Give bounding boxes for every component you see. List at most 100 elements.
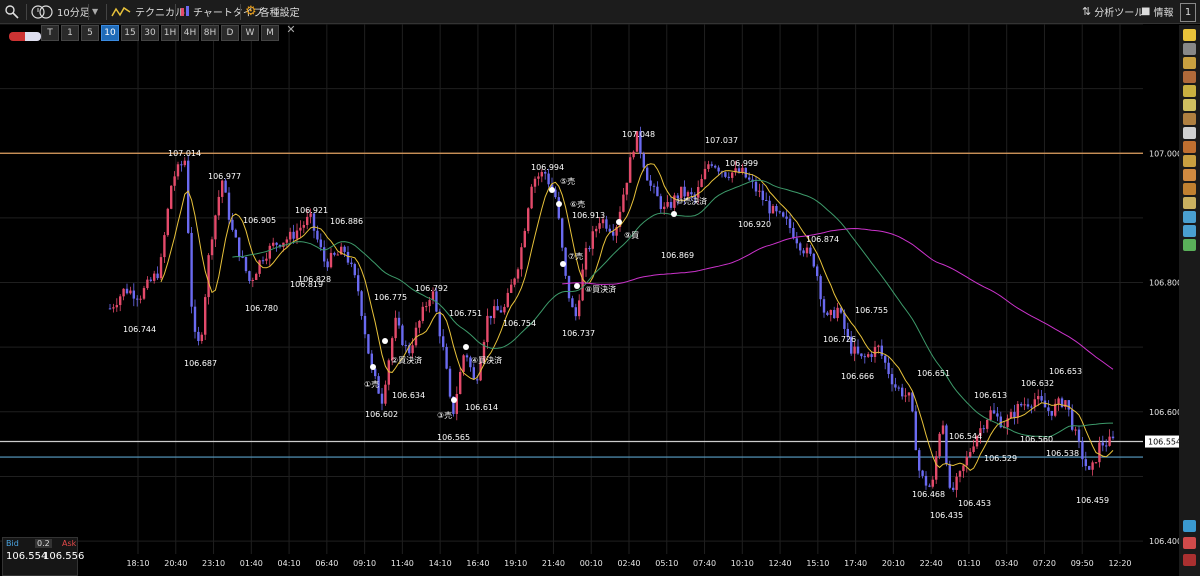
timeframe-selector: T 1 5 10 15 30 1H 4H 8H D W M xyxy=(41,25,279,41)
panel-tool-3-icon[interactable] xyxy=(1183,554,1196,566)
drawing-tool-5-icon[interactable] xyxy=(1183,85,1196,97)
info-button[interactable]: ■ 情報 xyxy=(1141,3,1173,20)
candle-body xyxy=(632,151,635,158)
candle-body xyxy=(622,194,625,212)
chevron-down-icon: ▼ xyxy=(92,7,99,16)
panel-tool-2-icon[interactable] xyxy=(1183,537,1196,549)
timeframe-15[interactable]: 15 xyxy=(121,25,139,41)
drawing-tool-9-icon[interactable] xyxy=(1183,141,1196,153)
candle-body xyxy=(231,219,234,230)
candle-body xyxy=(149,279,152,281)
timeframe-30[interactable]: 30 xyxy=(141,25,159,41)
candle-body xyxy=(1009,412,1013,419)
candle-body xyxy=(612,231,615,236)
bid-ask-panel[interactable]: Bid 0.2 Ask 106.554 106.556 xyxy=(2,537,84,576)
drawing-tool-8-icon[interactable] xyxy=(1183,127,1196,139)
drawing-tool-1-icon[interactable] xyxy=(1183,29,1196,41)
timeframe-4h[interactable]: 4H xyxy=(181,25,199,41)
candle-body xyxy=(782,212,785,217)
timeframe-5[interactable]: 5 xyxy=(81,25,99,41)
analysis-tools-button[interactable]: ⇅ 分析ツール xyxy=(1082,3,1144,20)
panel-tool-1-icon[interactable] xyxy=(1183,520,1196,532)
candle-body xyxy=(816,266,819,277)
spread-value: 0.2 xyxy=(35,539,52,548)
drawing-tool-12-icon[interactable] xyxy=(1183,183,1196,195)
candle xyxy=(567,275,571,302)
drawing-tool-14-icon[interactable] xyxy=(1183,211,1196,223)
drawing-tool-15-icon[interactable] xyxy=(1183,225,1196,237)
price-label: 106.653 xyxy=(1049,367,1082,376)
candle-body xyxy=(877,345,880,347)
top-toolbar: 10分足 ▼ テクニカル チャートタイプ ⚙ 各種設定 ⇅ 分析ツール ■ 情報… xyxy=(0,0,1200,24)
technical-button[interactable]: テクニカル xyxy=(111,3,185,20)
candle-body xyxy=(244,257,248,272)
price-label: 106.614 xyxy=(465,403,498,412)
trade-marker xyxy=(556,201,562,207)
candle-body xyxy=(1094,462,1098,464)
timeframe-1[interactable]: 1 xyxy=(61,25,79,41)
drawing-tool-11-icon[interactable] xyxy=(1183,169,1196,181)
candle-body xyxy=(125,288,129,294)
timeframe-w[interactable]: W xyxy=(241,25,259,41)
drawing-tool-6-icon[interactable] xyxy=(1183,99,1196,111)
settings-button[interactable]: ⚙ 各種設定 xyxy=(245,3,300,20)
candle-body xyxy=(486,315,489,343)
candle-body xyxy=(261,260,265,262)
timeframe-m[interactable]: M xyxy=(261,25,279,41)
window-number[interactable]: 1 xyxy=(1180,3,1196,22)
candle-body xyxy=(663,206,666,209)
search-symbol-button[interactable] xyxy=(4,3,20,20)
candle-body xyxy=(380,393,384,404)
trade-marker xyxy=(463,344,469,350)
candle-body xyxy=(312,213,316,231)
timeframe-8h[interactable]: 8H xyxy=(201,25,219,41)
candle-body xyxy=(1088,466,1091,470)
close-icon[interactable]: ✕ xyxy=(285,24,297,36)
time-tick: 15:10 xyxy=(806,559,829,568)
candle-body xyxy=(411,345,414,354)
drawing-tool-10-icon[interactable] xyxy=(1183,155,1196,167)
drawing-tool-4-icon[interactable] xyxy=(1183,71,1196,83)
candle-body xyxy=(989,410,992,420)
price-chart[interactable]: 107.014 106.977 106.744 106.687 106.905 106.9… xyxy=(0,24,1179,576)
candle-body xyxy=(996,413,999,417)
candle-body xyxy=(357,275,360,292)
candle-body xyxy=(265,258,268,261)
drawing-tool-2-icon[interactable] xyxy=(1183,43,1196,55)
candle-body xyxy=(333,252,336,255)
candle-body xyxy=(462,355,465,372)
candle-body xyxy=(1033,399,1036,407)
candle xyxy=(360,290,363,320)
drawing-tool-16-icon[interactable] xyxy=(1183,239,1196,251)
candle-body xyxy=(1067,400,1070,410)
trade-label: ⑤売 xyxy=(560,176,575,186)
time-tick: 04:10 xyxy=(278,559,301,568)
price-label: 106.751 xyxy=(449,309,482,318)
timeframe-1h[interactable]: 1H xyxy=(161,25,179,41)
candle-body xyxy=(724,172,727,177)
trade-marker xyxy=(616,219,622,225)
timeframe-dropdown[interactable]: ▼ xyxy=(92,3,98,20)
candle-body xyxy=(788,218,792,228)
time-tick: 22:40 xyxy=(920,559,943,568)
candle-body xyxy=(489,315,492,319)
drawing-tool-13-icon[interactable] xyxy=(1183,197,1196,209)
candle-body xyxy=(302,225,305,228)
drawing-tool-3-icon[interactable] xyxy=(1183,57,1196,69)
timeframe-10[interactable]: 10 xyxy=(101,25,119,41)
candle xyxy=(1060,396,1064,409)
candle-body xyxy=(238,237,241,257)
drawing-tool-7-icon[interactable] xyxy=(1183,113,1196,125)
candle-body xyxy=(530,186,533,209)
time-tick: 07:20 xyxy=(1033,559,1056,568)
trade-label: ⑧買決済 xyxy=(585,284,616,294)
timeframe-t[interactable]: T xyxy=(41,25,59,41)
candle-body xyxy=(306,216,309,226)
candle-body xyxy=(945,425,948,465)
candle-body xyxy=(258,260,261,274)
candle-body xyxy=(224,180,227,193)
time-tick: 17:40 xyxy=(844,559,867,568)
candle-body xyxy=(836,307,839,319)
timeframe-d[interactable]: D xyxy=(221,25,239,41)
timeframe-button[interactable]: 10分足 xyxy=(31,3,90,20)
